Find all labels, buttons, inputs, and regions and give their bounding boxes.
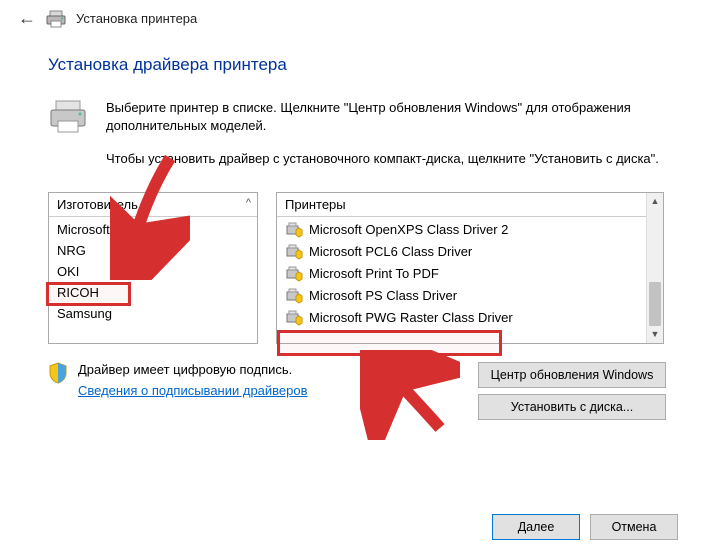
scroll-thumb[interactable] (649, 282, 661, 326)
signature-text: Драйвер имеет цифровую подпись. (78, 362, 308, 377)
manufacturer-item[interactable]: RICOH (49, 282, 257, 303)
printer-item[interactable]: Microsoft PCL6 Class Driver (277, 241, 646, 263)
printer-signed-icon (285, 244, 303, 260)
manufacturer-list[interactable]: Изготовитель ^ Microsoft NRG OKI RICOH S… (48, 192, 258, 344)
printer-signed-icon (285, 266, 303, 282)
sort-caret-icon[interactable]: ^ (246, 197, 251, 209)
manufacturer-header: Изготовитель (57, 197, 138, 212)
page-title: Установка драйвера принтера (48, 55, 666, 75)
printers-header: Принтеры (285, 197, 346, 212)
printer-item-label: Microsoft OpenXPS Class Driver 2 (309, 222, 508, 237)
printer-item-label: Microsoft PWG Raster Class Driver (309, 310, 513, 325)
printer-item-label: Microsoft Print To PDF (309, 266, 439, 281)
signature-link[interactable]: Сведения о подписывании драйверов (78, 383, 308, 398)
intro-text-1: Выберите принтер в списке. Щелкните "Цен… (106, 99, 666, 134)
printer-signed-icon (285, 288, 303, 304)
printer-item[interactable]: Microsoft PWG Raster Class Driver (277, 307, 646, 329)
manufacturer-item[interactable]: Microsoft (49, 219, 257, 240)
back-button[interactable]: ← (18, 8, 36, 29)
scroll-down-button[interactable]: ▼ (647, 326, 663, 343)
intro-text-2: Чтобы установить драйвер с установочного… (106, 150, 666, 168)
scrollbar[interactable]: ▲ ▼ (646, 193, 663, 343)
shield-icon (48, 362, 68, 387)
cancel-button[interactable]: Отмена (590, 514, 678, 540)
printer-item[interactable]: Microsoft Print To PDF (277, 263, 646, 285)
printer-item[interactable]: Microsoft OpenXPS Class Driver 2 (277, 219, 646, 241)
printer-item-label: Microsoft PS Class Driver (309, 288, 457, 303)
manufacturer-item[interactable]: NRG (49, 240, 257, 261)
manufacturer-item[interactable]: Samsung (49, 303, 257, 324)
printer-item-label: Microsoft PCL6 Class Driver (309, 244, 472, 259)
printer-signed-icon (285, 310, 303, 326)
scroll-up-button[interactable]: ▲ (647, 193, 663, 210)
printer-list[interactable]: Принтеры ^ Microsoft OpenXPS Class Drive… (276, 192, 664, 344)
printer-large-icon (48, 99, 88, 184)
manufacturer-item[interactable]: OKI (49, 261, 257, 282)
printer-icon (46, 10, 66, 28)
printer-signed-icon (285, 222, 303, 238)
printer-item[interactable]: Microsoft PS Class Driver (277, 285, 646, 307)
window-title: Установка принтера (76, 11, 197, 26)
windows-update-button[interactable]: Центр обновления Windows (478, 362, 666, 388)
next-button[interactable]: Далее (492, 514, 580, 540)
have-disk-button[interactable]: Установить с диска... (478, 394, 666, 420)
